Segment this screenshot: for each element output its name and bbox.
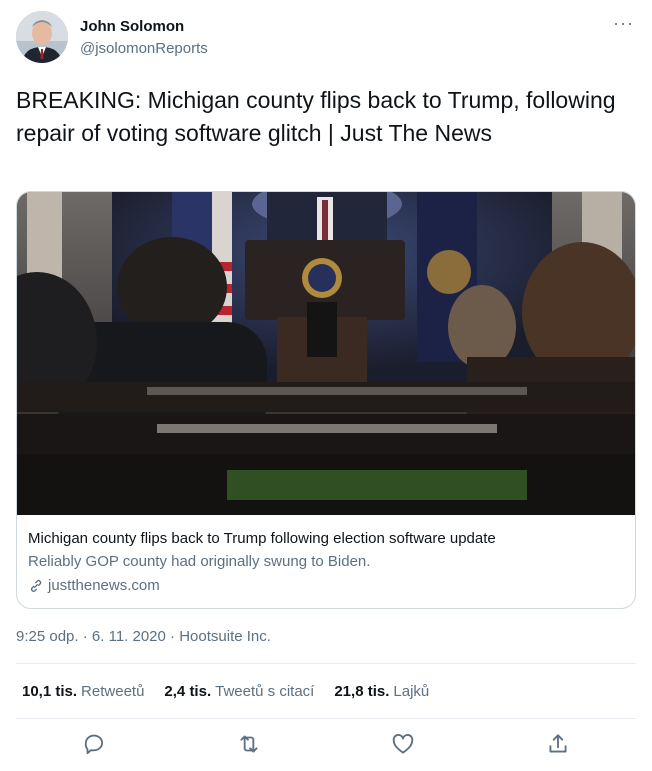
- retweet-button[interactable]: [236, 731, 262, 757]
- retweets-count: 10,1 tis.: [22, 683, 78, 700]
- quote-tweets-count: 2,4 tis.: [164, 683, 212, 700]
- retweets-stat[interactable]: 10,1 tis. Retweetů: [22, 683, 144, 700]
- retweet-icon: [240, 735, 258, 753]
- more-icon: ···: [613, 13, 634, 33]
- tweet-meta: 9:25 odp. · 6. 11. 2020 · Hootsuite Inc.: [16, 628, 271, 645]
- tweet-source[interactable]: Hootsuite Inc.: [179, 628, 271, 645]
- retweets-label: Retweetů: [81, 683, 145, 700]
- more-options-button[interactable]: ···: [613, 13, 634, 34]
- tweet-date[interactable]: 6. 11. 2020: [92, 628, 166, 645]
- share-icon: [549, 734, 567, 753]
- action-bar: [0, 731, 652, 761]
- quote-tweets-label: Tweetů s citací: [215, 683, 315, 700]
- likes-count: 21,8 tis.: [334, 683, 390, 700]
- reply-icon: [84, 734, 104, 755]
- like-icon: [392, 734, 414, 754]
- like-button[interactable]: [390, 731, 416, 757]
- likes-label: Lajků: [393, 683, 430, 700]
- card-domain: justthenews.com: [28, 577, 160, 594]
- divider: [16, 718, 636, 719]
- avatar-photo-icon: [16, 11, 68, 63]
- tweet-time[interactable]: 9:25 odp.: [16, 628, 79, 645]
- link-icon: [30, 579, 42, 592]
- tweet-stats: 10,1 tis. Retweetů 2,4 tis. Tweetů s citac…: [22, 683, 449, 700]
- share-button[interactable]: [545, 731, 571, 757]
- meta-separator: ·: [78, 628, 92, 645]
- card-domain-text: justthenews.com: [48, 577, 160, 594]
- card-title: Michigan county flips back to Trump foll…: [28, 530, 496, 547]
- tweet-text: BREAKING: Michigan county flips back to …: [16, 87, 616, 146]
- press-briefing-room-photo-icon: [17, 192, 635, 515]
- card-description: Reliably GOP county had originally swung…: [28, 553, 371, 570]
- reply-button[interactable]: [81, 731, 107, 757]
- avatar[interactable]: [16, 11, 68, 63]
- meta-separator: ·: [165, 628, 180, 645]
- quote-tweets-stat[interactable]: 2,4 tis. Tweetů s citací: [164, 683, 314, 700]
- likes-stat[interactable]: 21,8 tis. Lajků: [334, 683, 429, 700]
- author-name[interactable]: John Solomon: [80, 18, 184, 35]
- divider: [16, 663, 636, 664]
- link-card[interactable]: Michigan county flips back to Trump foll…: [16, 191, 636, 609]
- author-handle[interactable]: @jsolomonReports: [80, 40, 208, 57]
